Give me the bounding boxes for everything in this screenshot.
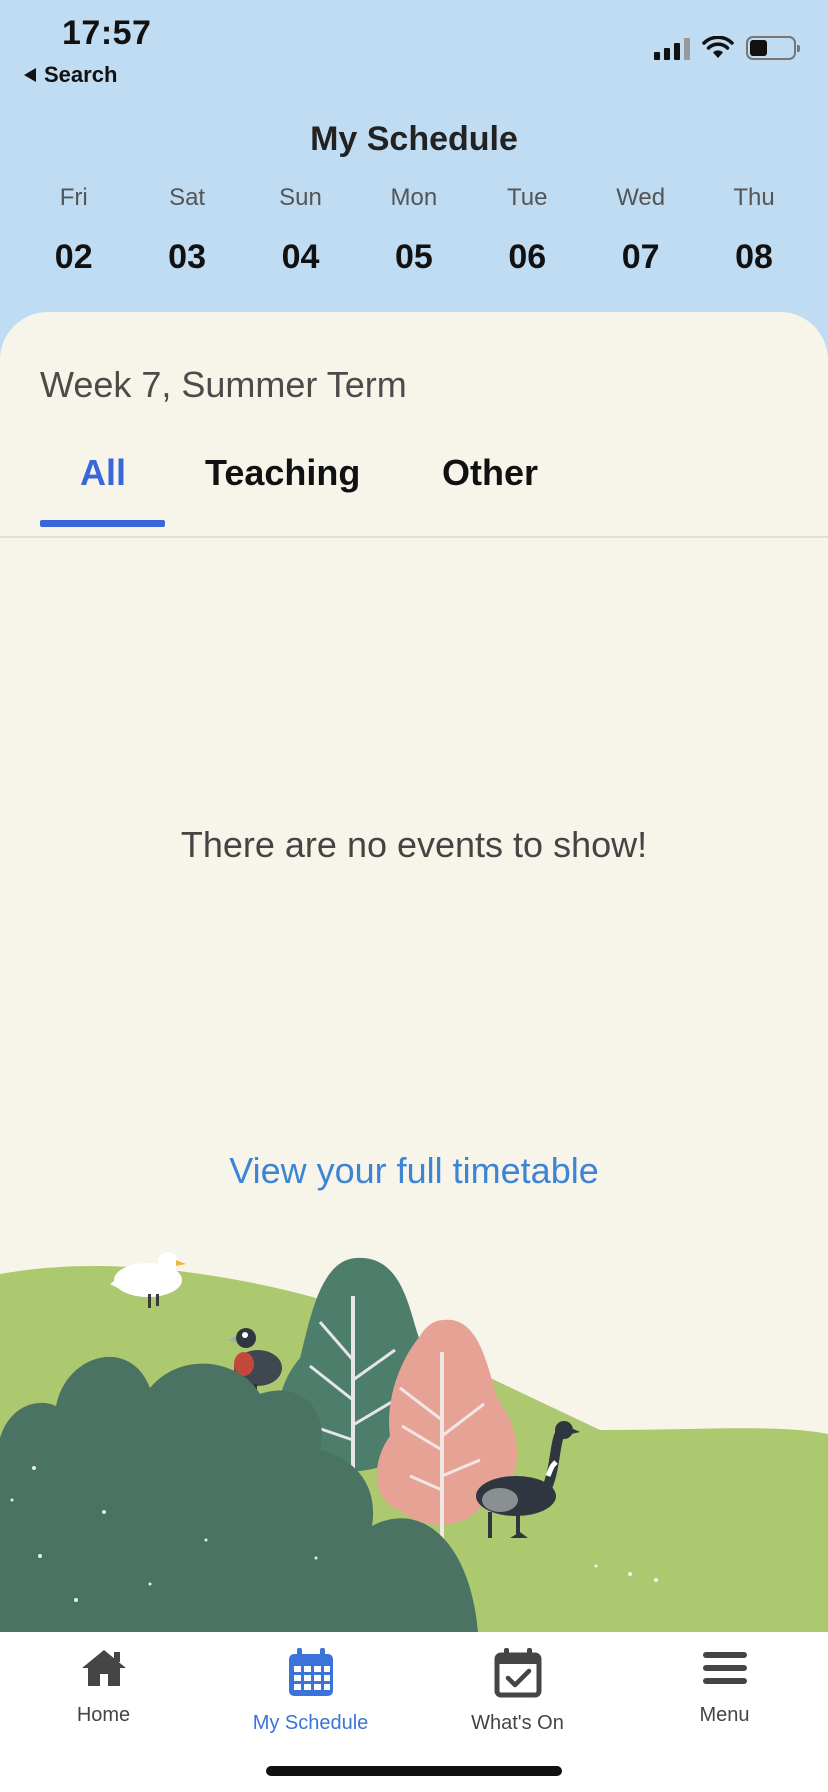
home-icon [81, 1650, 126, 1686]
cellular-signal-icon [654, 36, 690, 60]
view-full-timetable-link[interactable]: View your full timetable [0, 1150, 828, 1192]
day-wed[interactable]: Wed 07 [584, 184, 697, 277]
status-icons [654, 36, 800, 60]
battery-icon [746, 36, 800, 60]
day-thu[interactable]: Thu 08 [697, 184, 810, 277]
calendar-check-icon [494, 1648, 541, 1698]
calendar-icon [288, 1648, 333, 1696]
tab-all[interactable]: All [80, 452, 126, 494]
active-tab-indicator [40, 520, 165, 527]
wifi-icon [702, 36, 734, 58]
back-label: Search [44, 62, 118, 87]
home-indicator [266, 1766, 562, 1776]
status-time: 17:57 [62, 14, 152, 52]
back-arrow-icon [24, 68, 36, 82]
campus-illustration [0, 1252, 828, 1632]
day-tue[interactable]: Tue 06 [471, 184, 584, 277]
day-sun[interactable]: Sun 04 [244, 184, 357, 277]
tab-other[interactable]: Other [442, 452, 538, 494]
day-fri[interactable]: Fri 02 [17, 184, 130, 277]
filter-tabs: All Teaching Other [40, 452, 800, 532]
page-title: My Schedule [310, 120, 518, 158]
menu-icon [702, 1652, 747, 1684]
nav-menu[interactable]: Menu [621, 1646, 828, 1727]
week-label: Week 7, Summer Term [40, 364, 407, 405]
tabs-divider [0, 536, 828, 538]
empty-state-message: There are no events to show! [180, 824, 648, 865]
day-mon[interactable]: Mon 05 [357, 184, 470, 277]
day-strip: Fri 02 Sat 03 Sun 04 Mon 05 Tue 06 Wed 07 Thu 0… [17, 184, 811, 277]
nav-whats-on[interactable]: What's On [414, 1646, 621, 1735]
back-to-search-button[interactable]: Search [24, 62, 117, 88]
nav-my-schedule[interactable]: My Schedule [207, 1646, 414, 1735]
tab-teaching[interactable]: Teaching [205, 452, 360, 494]
header-area: 17:57 Search My Schedule Fri 02 Sat 03 Sun… [0, 0, 828, 360]
day-sat[interactable]: Sat 03 [130, 184, 243, 277]
nav-home[interactable]: Home [0, 1646, 207, 1727]
